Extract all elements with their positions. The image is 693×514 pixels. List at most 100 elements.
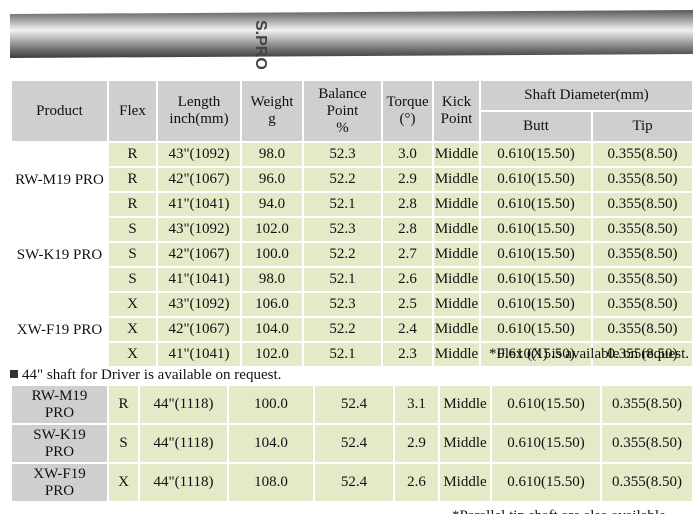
cell-balance: 52.2	[302, 316, 383, 343]
cell-balance: 52.2	[302, 166, 383, 193]
driver-note: 44" shaft for Driver is available on req…	[10, 367, 281, 384]
header-row: Product Flex Length inch(mm) Weight g Bala…	[10, 79, 693, 143]
cell-torque: 2.3	[381, 341, 434, 368]
cell-length: 41"(1041)	[156, 341, 242, 368]
product-name: RW-M19 PRO	[10, 384, 109, 425]
table-row: RW-M19 PRO R 44"(1118) 100.0 52.4 3.1 Middle 0.6…	[10, 384, 693, 425]
cell-flex: S	[107, 266, 158, 293]
table-row: X 42"(1067) 104.0 52.2 2.4 Middle 0.610(15.50)…	[11, 316, 693, 343]
cell-torque: 2.4	[381, 316, 434, 343]
cell-length: 44"(1118)	[138, 462, 229, 503]
cell-torque: 2.7	[381, 241, 434, 268]
shaft-image: S.PRO	[0, 0, 693, 76]
cell-torque: 2.9	[393, 423, 440, 464]
cell-torque: 3.0	[381, 141, 434, 168]
cell-tip: 0.355(8.50)	[590, 141, 693, 168]
cell-butt: 0.610(15.50)	[490, 462, 602, 503]
cell-tip: 0.355(8.50)	[590, 191, 693, 218]
cell-weight: 104.0	[240, 316, 304, 343]
cell-flex: X	[107, 291, 158, 318]
cell-flex: X	[107, 341, 158, 368]
cell-kick: Middle	[432, 166, 481, 193]
cell-length: 44"(1118)	[138, 384, 229, 425]
cell-torque: 2.6	[381, 266, 434, 293]
cell-weight: 106.0	[240, 291, 304, 318]
table-row: S 42"(1067) 100.0 52.2 2.7 Middle 0.610(15.50)…	[11, 241, 693, 268]
cell-tip: 0.355(8.50)	[600, 462, 693, 503]
cell-tip: 0.355(8.50)	[590, 316, 693, 343]
cell-butt: 0.610(15.50)	[490, 423, 602, 464]
cell-weight: 100.0	[227, 384, 315, 425]
cell-butt: 0.610(15.50)	[479, 241, 593, 268]
cell-balance: 52.4	[313, 384, 395, 425]
product-name: SW-K19 PRO	[10, 216, 109, 293]
cell-flex: S	[107, 216, 158, 243]
cell-weight: 104.0	[227, 423, 315, 464]
cell-weight: 98.0	[240, 266, 304, 293]
cell-weight: 98.0	[240, 141, 304, 168]
cell-weight: 100.0	[240, 241, 304, 268]
bullet-square-icon	[10, 370, 18, 378]
cell-tip: 0.355(8.50)	[590, 266, 693, 293]
cell-torque: 2.9	[381, 166, 434, 193]
cell-balance: 52.3	[302, 141, 383, 168]
cell-flex: S	[107, 241, 158, 268]
cell-kick: Middle	[432, 191, 481, 218]
cell-weight: 96.0	[240, 166, 304, 193]
cell-flex: R	[107, 191, 158, 218]
driver-body: RW-M19 PRO R 44"(1118) 100.0 52.4 3.1 Middle 0.6…	[10, 384, 693, 503]
cell-length: 44"(1118)	[138, 423, 229, 464]
driver-table: RW-M19 PRO R 44"(1118) 100.0 52.4 3.1 Middle 0.6…	[10, 384, 693, 503]
table-row: SW-K19 PRO S 43"(1092) 102.0 52.3 2.8 Middle 0.…	[10, 216, 693, 293]
cell-balance: 52.2	[302, 241, 383, 268]
cell-tip: 0.355(8.50)	[600, 423, 693, 464]
cell-kick: Middle	[432, 266, 481, 293]
cell-butt: 0.610(15.50)	[479, 316, 593, 343]
cell-weight: 94.0	[240, 191, 304, 218]
table-row: RW-M19 PRO R 43"(1092) 98.0 52.3 3.0 Middle 0.6…	[10, 141, 693, 218]
cell-length: 42"(1067)	[156, 316, 242, 343]
table-row: XW-F19 PRO X 43"(1092) 106.0 52.3 2.5 Middle 0.…	[10, 291, 693, 368]
cell-torque: 3.1	[393, 384, 440, 425]
cell-kick: Middle	[432, 341, 481, 368]
cell-tip: 0.355(8.50)	[590, 216, 693, 243]
cell-torque: 2.6	[393, 462, 440, 503]
cell-tip: 0.355(8.50)	[590, 291, 693, 318]
cell-tip: 0.355(8.50)	[590, 166, 693, 193]
cell-butt: 0.610(15.50)	[479, 191, 593, 218]
cell-kick: Middle	[438, 384, 492, 425]
cell-balance: 52.1	[302, 341, 383, 368]
header-diameter: Shaft Diameter(mm)	[478, 79, 693, 112]
cell-kick: Middle	[432, 141, 481, 168]
cell-flex: X	[107, 462, 140, 503]
cell-balance: 52.3	[302, 216, 383, 243]
cell-torque: 2.8	[381, 216, 434, 243]
cell-tip: 0.355(8.50)	[600, 384, 693, 425]
table-row: SW-K19 PRO S 44"(1118) 104.0 52.4 2.9 Middle 0.6…	[10, 423, 693, 464]
cell-length: 43"(1092)	[156, 141, 242, 168]
cell-balance: 52.4	[313, 462, 395, 503]
spec-body: RW-M19 PRO R 43"(1092) 98.0 52.3 3.0 Middle 0.6…	[10, 141, 693, 368]
cell-length: 42"(1067)	[156, 241, 242, 268]
header-flex: Flex	[107, 79, 158, 143]
product-name: RW-M19 PRO	[10, 141, 109, 218]
cell-kick: Middle	[432, 216, 481, 243]
cell-balance: 52.3	[302, 291, 383, 318]
spec-table: Product Flex Length inch(mm) Weight g Bala…	[10, 79, 693, 368]
cell-butt: 0.610(15.50)	[479, 266, 593, 293]
cell-butt: 0.610(15.50)	[479, 291, 593, 318]
cell-butt: 0.610(15.50)	[479, 141, 593, 168]
cell-flex: R	[107, 384, 140, 425]
cell-tip: 0.355(8.50)	[590, 241, 693, 268]
cell-kick: Middle	[438, 423, 492, 464]
cell-balance: 52.1	[302, 266, 383, 293]
table-row: R 41"(1041) 94.0 52.1 2.8 Middle 0.610(15.50) 0…	[11, 191, 693, 218]
header-product: Product	[10, 79, 109, 143]
header-kick: Kick Point	[432, 79, 481, 143]
cell-balance: 52.1	[302, 191, 383, 218]
cell-flex: R	[107, 141, 158, 168]
cell-flex: S	[107, 423, 140, 464]
product-name: SW-K19 PRO	[10, 423, 109, 464]
header-torque: Torque (°)	[381, 79, 434, 143]
cell-flex: X	[107, 316, 158, 343]
